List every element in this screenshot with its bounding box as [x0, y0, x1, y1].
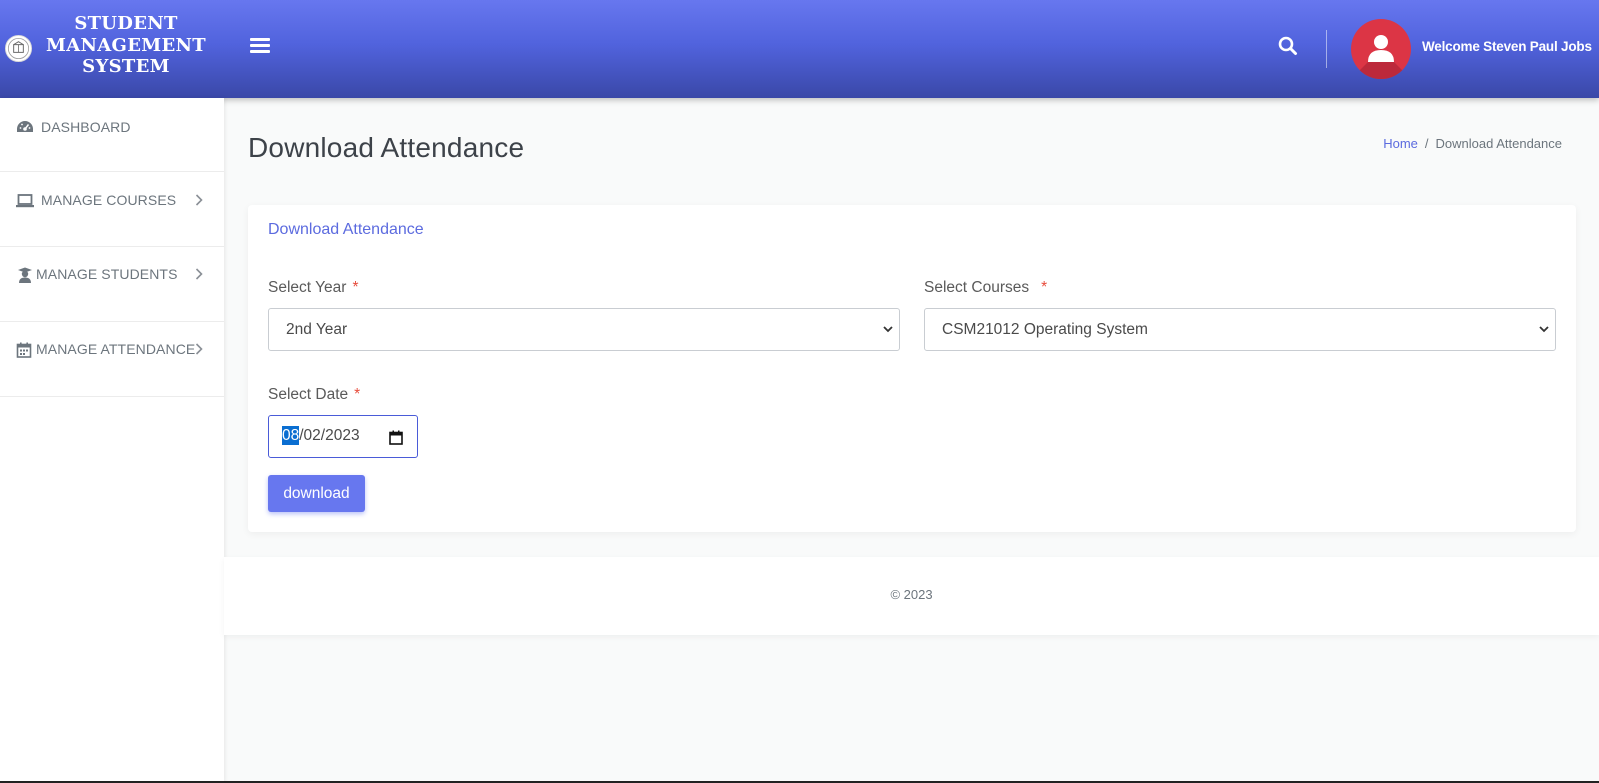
laptop-icon [16, 194, 34, 208]
date-month-selected: 08 [282, 426, 300, 445]
sidebar-item-dashboard[interactable]: DASHBOARD [0, 98, 224, 172]
user-avatar[interactable] [1351, 19, 1411, 79]
required-marker: * [352, 279, 359, 296]
select-year-label-text: Select Year [268, 279, 347, 296]
welcome-text: Welcome Steven Paul Jobs [1422, 39, 1592, 54]
breadcrumb: Home / Download Attendance [1383, 136, 1562, 151]
search-icon[interactable] [1277, 35, 1299, 57]
chevron-down-icon [1539, 326, 1549, 333]
select-year-value: 2nd Year [286, 321, 348, 338]
sidebar-item-label: MANAGE COURSES [41, 192, 177, 208]
copyright-text: © 2023 [890, 587, 933, 602]
download-button[interactable]: download [268, 475, 365, 512]
sidebar-item-label: MANAGE ATTENDANCE [36, 341, 196, 357]
calendar-icon [16, 342, 32, 358]
date-day-year: /02/2023 [299, 427, 360, 444]
breadcrumb-home-link[interactable]: Home [1383, 136, 1418, 151]
select-date-label-text: Select Date [268, 386, 349, 403]
chevron-down-icon [883, 326, 893, 333]
download-attendance-card: Download Attendance Select Year * 2nd Yea… [248, 205, 1576, 532]
dashboard-icon [17, 121, 33, 132]
user-icon [1368, 35, 1394, 62]
brand-title: STUDENT MANAGEMENT SYSTEM [46, 13, 206, 77]
brand[interactable]: STUDENT MANAGEMENT SYSTEM [0, 0, 222, 98]
card-title: Download Attendance [268, 221, 424, 238]
date-value: 08/02/2023 [282, 426, 360, 445]
header-divider [1326, 30, 1327, 68]
breadcrumb-separator: / [1424, 136, 1429, 151]
top-navbar: STUDENT MANAGEMENT SYSTEM Welcome Steven… [0, 0, 1599, 98]
chevron-right-icon [195, 268, 203, 280]
school-logo-icon [4, 34, 33, 63]
student-icon [18, 267, 32, 283]
hamburger-menu-icon[interactable] [250, 38, 270, 58]
calendar-picker-icon[interactable] [389, 430, 403, 445]
sidebar-item-label: MANAGE STUDENTS [36, 266, 178, 282]
sidebar-item-label: DASHBOARD [41, 119, 131, 135]
select-courses-label-text: Select Courses [924, 279, 1030, 296]
chevron-right-icon [195, 343, 203, 355]
select-year-dropdown[interactable]: 2nd Year [268, 308, 900, 351]
sidebar-item-manage-courses[interactable]: MANAGE COURSES [0, 173, 224, 247]
sidebar: DASHBOARD MANAGE COURSES MANAGE STUDENTS [0, 98, 224, 783]
sidebar-item-manage-attendance[interactable]: MANAGE ATTENDANCE [0, 323, 224, 397]
select-courses-value: CSM21012 Operating System [942, 321, 1148, 338]
chevron-right-icon [195, 194, 203, 206]
date-input[interactable]: 08/02/2023 [268, 415, 418, 458]
select-date-label: Select Date * [268, 386, 360, 404]
select-courses-label: Select Courses * [924, 279, 1047, 297]
required-marker: * [354, 386, 361, 403]
page-title: Download Attendance [248, 132, 525, 163]
select-courses-dropdown[interactable]: CSM21012 Operating System [924, 308, 1556, 351]
select-year-label: Select Year * [268, 279, 358, 297]
sidebar-item-manage-students[interactable]: MANAGE STUDENTS [0, 248, 224, 322]
footer: © 2023 [224, 557, 1599, 635]
breadcrumb-current: Download Attendance [1435, 136, 1562, 151]
required-marker: * [1041, 279, 1048, 296]
